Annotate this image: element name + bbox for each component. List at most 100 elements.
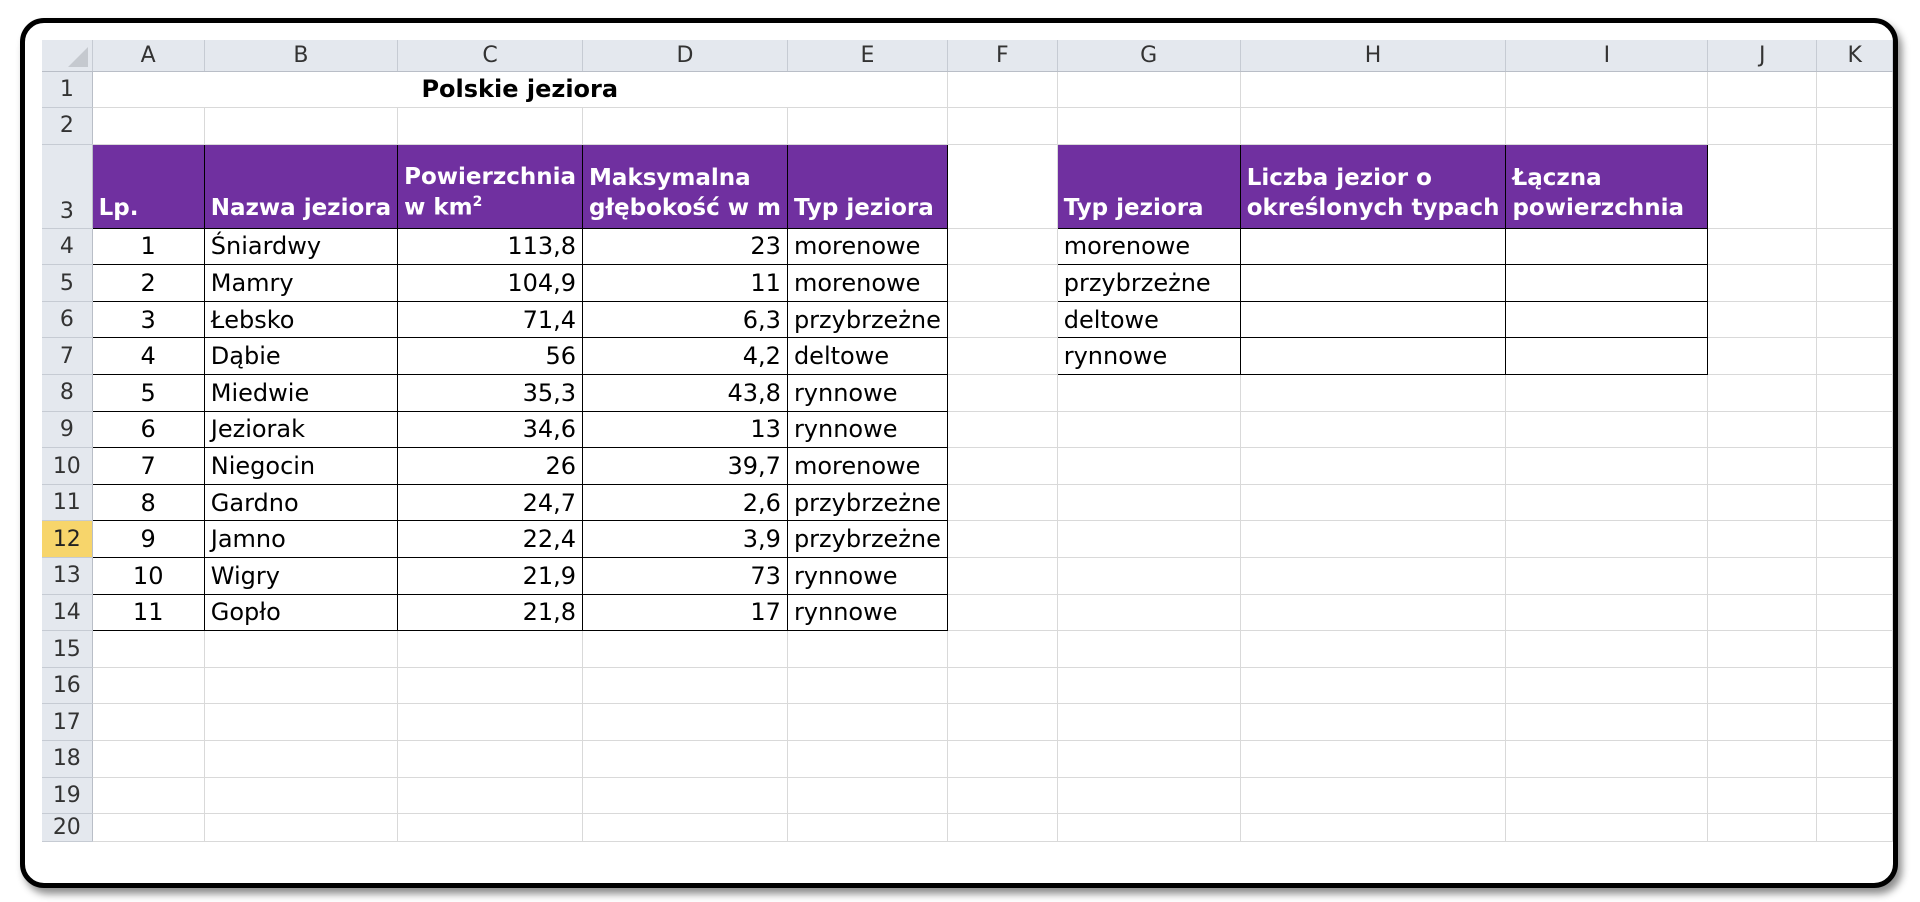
cell[interactable]	[1240, 484, 1507, 522]
cell[interactable]	[1816, 301, 1893, 339]
cell[interactable]	[1707, 557, 1818, 595]
row-header-15[interactable]: 15	[42, 630, 93, 668]
cell[interactable]	[947, 411, 1058, 449]
cell[interactable]	[1505, 71, 1709, 109]
cell[interactable]	[1707, 144, 1818, 229]
cell[interactable]	[92, 630, 205, 668]
cell[interactable]	[1057, 374, 1241, 412]
cell[interactable]	[1057, 71, 1241, 109]
cell[interactable]	[204, 667, 399, 705]
cell[interactable]	[92, 703, 205, 741]
lake-name-cell[interactable]: Gardno	[203, 483, 399, 522]
column-header-j[interactable]: J	[1707, 40, 1818, 72]
cell[interactable]	[1057, 484, 1241, 522]
cell[interactable]	[947, 228, 1058, 266]
column-header-g[interactable]: G	[1057, 40, 1241, 72]
cell[interactable]	[1707, 71, 1818, 109]
cell[interactable]	[92, 107, 205, 145]
cell[interactable]	[204, 630, 399, 668]
row-header-19[interactable]: 19	[42, 777, 93, 815]
column-header-f[interactable]: F	[947, 40, 1058, 72]
cell[interactable]	[947, 777, 1058, 815]
type-cell[interactable]: deltowe	[786, 337, 948, 376]
cell[interactable]	[787, 777, 948, 815]
row-header-12-active[interactable]: 12	[42, 520, 93, 559]
cell[interactable]	[1707, 630, 1818, 668]
lake-name-cell[interactable]: Mamry	[203, 264, 399, 302]
cell[interactable]	[1505, 447, 1709, 485]
cell[interactable]	[1816, 703, 1893, 741]
cell[interactable]	[1057, 703, 1241, 741]
summary-count-cell[interactable]	[1239, 337, 1507, 376]
cell[interactable]	[947, 484, 1058, 522]
cell[interactable]	[1240, 520, 1507, 559]
cell[interactable]	[204, 703, 399, 741]
lake-name-cell[interactable]: Śniardwy	[203, 227, 399, 266]
cell[interactable]	[1240, 594, 1507, 632]
lake-name-cell[interactable]: Wigry	[203, 557, 399, 595]
cell[interactable]	[1505, 630, 1709, 668]
cell[interactable]	[947, 740, 1058, 778]
row-header-16[interactable]: 16	[42, 667, 93, 705]
cell[interactable]	[1816, 264, 1893, 302]
cell[interactable]	[92, 777, 205, 815]
depth-cell[interactable]: 2,6	[582, 483, 788, 522]
cell[interactable]	[947, 557, 1058, 595]
column-header-b[interactable]: B	[204, 40, 399, 72]
row-header-8[interactable]: 8	[42, 374, 93, 412]
column-header-c[interactable]: C	[397, 40, 584, 72]
summary-count-cell[interactable]	[1239, 264, 1507, 302]
summary-type-cell[interactable]: morenowe	[1056, 227, 1241, 266]
summary-header-count[interactable]: Liczba jezior o określonych typach	[1239, 143, 1507, 229]
cell[interactable]	[1816, 520, 1893, 559]
cell[interactable]	[947, 813, 1058, 843]
row-header-7[interactable]: 7	[42, 337, 93, 376]
header-lake-name[interactable]: Nazwa jeziora	[203, 143, 399, 229]
cell[interactable]	[1240, 630, 1507, 668]
depth-cell[interactable]: 13	[582, 410, 788, 449]
column-header-d[interactable]: D	[582, 40, 788, 72]
cell[interactable]	[1057, 667, 1241, 705]
row-header-6[interactable]: 6	[42, 301, 93, 339]
cell[interactable]	[1707, 484, 1818, 522]
cell[interactable]	[1505, 107, 1709, 145]
row-header-11[interactable]: 11	[42, 484, 93, 522]
cell[interactable]	[397, 107, 584, 145]
cell[interactable]	[582, 107, 788, 145]
summary-total-cell[interactable]	[1505, 227, 1709, 266]
row-header-2[interactable]: 2	[42, 107, 93, 145]
cell[interactable]	[1816, 447, 1893, 485]
cell[interactable]	[1707, 337, 1818, 376]
row-header-3[interactable]: 3	[42, 144, 93, 229]
row-header-9[interactable]: 9	[42, 411, 93, 449]
summary-count-cell[interactable]	[1239, 300, 1507, 339]
cell[interactable]	[1240, 777, 1507, 815]
cell[interactable]	[1505, 557, 1709, 595]
summary-type-cell[interactable]: przybrzeżne	[1056, 264, 1241, 302]
row-header-4[interactable]: 4	[42, 228, 93, 266]
cell[interactable]	[1816, 813, 1893, 843]
area-cell[interactable]: 104,9	[397, 264, 584, 302]
cell[interactable]	[947, 71, 1058, 109]
cell[interactable]	[1240, 740, 1507, 778]
cell[interactable]	[947, 447, 1058, 485]
type-cell[interactable]: przybrzeżne	[786, 483, 948, 522]
cell[interactable]	[1057, 777, 1241, 815]
cell[interactable]	[787, 107, 948, 145]
area-cell[interactable]: 26	[397, 447, 584, 485]
cell[interactable]	[204, 740, 399, 778]
lp-cell[interactable]: 9	[91, 520, 205, 559]
select-all-corner[interactable]	[42, 40, 93, 72]
cell[interactable]	[204, 813, 399, 843]
lp-cell[interactable]: 1	[91, 227, 205, 266]
column-header-a[interactable]: A	[92, 40, 205, 72]
column-header-k[interactable]: K	[1816, 40, 1893, 72]
lp-cell[interactable]: 2	[91, 264, 205, 302]
cell[interactable]	[1816, 667, 1893, 705]
cell[interactable]	[1505, 703, 1709, 741]
lp-cell[interactable]: 5	[91, 374, 205, 412]
cell[interactable]	[1505, 411, 1709, 449]
cell[interactable]	[1707, 667, 1818, 705]
cell[interactable]	[1057, 630, 1241, 668]
lp-cell[interactable]: 11	[91, 593, 205, 632]
